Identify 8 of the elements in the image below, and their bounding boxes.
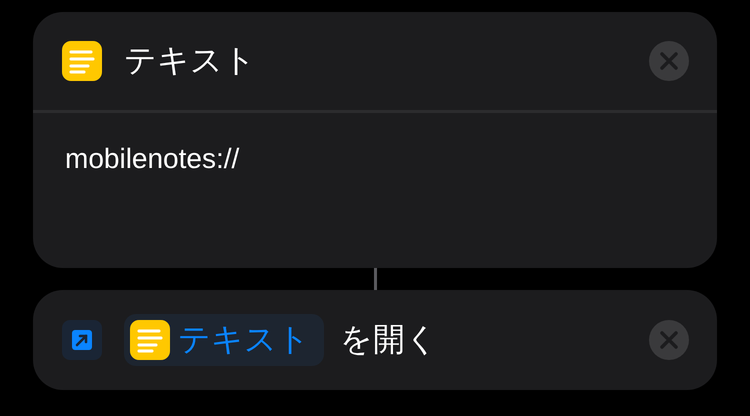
close-button[interactable] <box>649 41 689 81</box>
text-content[interactable]: mobilenotes:// <box>65 143 240 174</box>
action-title: テキスト <box>124 40 257 81</box>
notes-icon <box>62 41 102 81</box>
notes-icon <box>130 320 170 360</box>
variable-token[interactable]: テキスト <box>124 314 324 366</box>
action-label: を開く <box>340 319 439 360</box>
close-button[interactable] <box>649 320 689 360</box>
